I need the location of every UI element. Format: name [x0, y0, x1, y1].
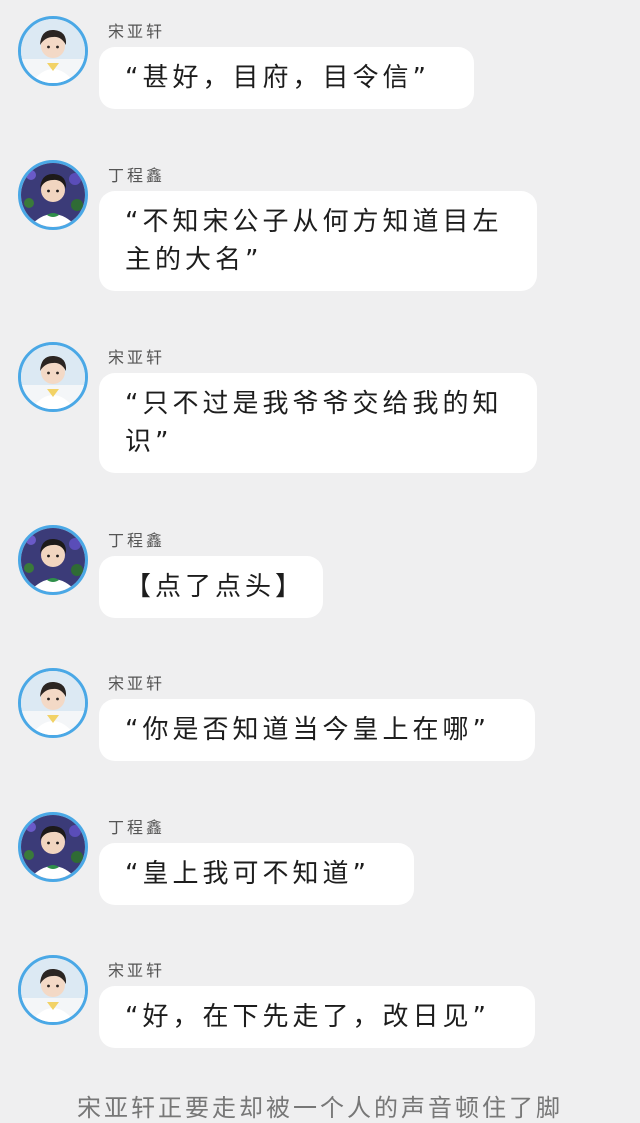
speaker-name: 宋亚轩 [108, 674, 166, 693]
speaker-name: 宋亚轩 [108, 22, 166, 41]
narration-text: 宋亚轩正要走却被一个人的声音顿住了脚 [77, 1094, 563, 1122]
avatar-image [21, 528, 85, 592]
avatar-songyaxuan-icon[interactable] [18, 955, 88, 1025]
message-bubble[interactable]: “不知宋公子从何方知道目左主的大名” [99, 191, 537, 291]
message-bubble[interactable]: “甚好，目府，目令信” [99, 47, 474, 109]
speaker-name: 丁程鑫 [108, 531, 166, 550]
avatar-songyaxuan-icon[interactable] [18, 668, 88, 738]
avatar-image [21, 815, 85, 879]
message-bubble[interactable]: “你是否知道当今皇上在哪” [99, 699, 535, 761]
speaker-name: 宋亚轩 [108, 348, 166, 367]
message-bubble[interactable]: 【点了点头】 [99, 556, 323, 618]
chat-view: 宋亚轩 “甚好，目府，目令信” 丁程鑫 “不知宋公子从何方知道目左主的大名” 宋… [0, 0, 640, 1123]
speaker-name: 丁程鑫 [108, 166, 166, 185]
avatar-dingchengxin-icon[interactable] [18, 160, 88, 230]
speaker-name: 宋亚轩 [108, 961, 166, 980]
message-bubble[interactable]: “皇上我可不知道” [99, 843, 414, 905]
avatar-dingchengxin-icon[interactable] [18, 812, 88, 882]
avatar-image [21, 19, 85, 83]
avatar-songyaxuan-icon[interactable] [18, 16, 88, 86]
avatar-image [21, 163, 85, 227]
avatar-image [21, 345, 85, 409]
avatar-dingchengxin-icon[interactable] [18, 525, 88, 595]
avatar-image [21, 671, 85, 735]
message-bubble[interactable]: “好，在下先走了，改日见” [99, 986, 535, 1048]
avatar-image [21, 958, 85, 1022]
avatar-songyaxuan-icon[interactable] [18, 342, 88, 412]
speaker-name: 丁程鑫 [108, 818, 166, 837]
message-bubble[interactable]: “只不过是我爷爷交给我的知识” [99, 373, 537, 473]
